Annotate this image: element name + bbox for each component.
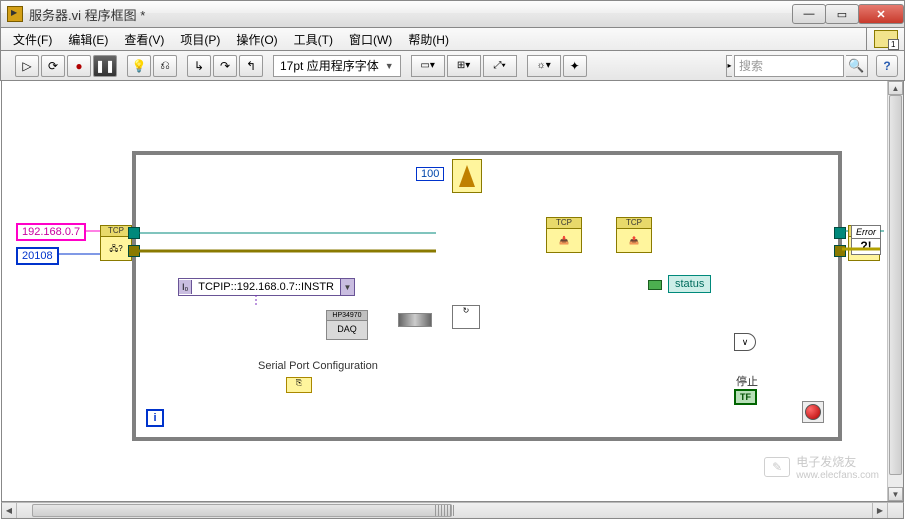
- stop-terminal[interactable]: TF: [734, 389, 757, 405]
- font-selector[interactable]: 17pt 应用程序字体 ▼: [273, 55, 401, 77]
- serial-config-terminal[interactable]: ⎘: [286, 377, 312, 393]
- menu-project[interactable]: 项目(P): [174, 29, 226, 50]
- minimize-button[interactable]: —: [792, 4, 826, 24]
- horizontal-scrollbar[interactable]: ◀ ▶: [1, 502, 904, 519]
- wait-ms-node[interactable]: [452, 159, 482, 193]
- align-button[interactable]: ▭▾: [411, 55, 445, 77]
- window-titlebar: 服务器.vi 程序框图 * — ▭ ✕: [0, 0, 905, 28]
- watermark-url: www.elecfans.com: [796, 470, 879, 481]
- search-input[interactable]: 搜索: [734, 55, 844, 77]
- retain-wire-button[interactable]: ⎌: [153, 55, 177, 77]
- menu-help[interactable]: 帮助(H): [402, 29, 455, 50]
- loop-iteration-terminal[interactable]: i: [146, 409, 164, 427]
- tcp-listen-icon: 🖧?: [101, 237, 131, 261]
- vi-icon: 1: [874, 30, 898, 48]
- tcp-write-node[interactable]: TCP 📤: [616, 217, 652, 253]
- tcp-read-node[interactable]: TCP 📥: [546, 217, 582, 253]
- font-selector-label: 17pt 应用程序字体: [280, 57, 379, 74]
- app-icon: [7, 6, 23, 22]
- window-title: 服务器.vi 程序框图 *: [29, 5, 793, 24]
- pause-button[interactable]: ❚❚: [93, 55, 117, 77]
- reorder-button[interactable]: ☼▾: [527, 55, 561, 77]
- tcp-label: TCP: [101, 226, 131, 237]
- connector-pane[interactable]: 1: [866, 28, 904, 50]
- menubar-row: 文件(F) 编辑(E) 查看(V) 项目(P) 操作(O) 工具(T) 窗口(W…: [0, 28, 905, 51]
- simple-error-handler[interactable]: Error ?!: [851, 225, 881, 255]
- stop-label: 停止: [736, 373, 758, 389]
- serial-config-label: Serial Port Configuration: [258, 360, 378, 372]
- close-button[interactable]: ✕: [858, 4, 904, 24]
- menu-operate[interactable]: 操作(O): [230, 29, 283, 50]
- window-controls: — ▭ ✕: [793, 4, 904, 24]
- search-placeholder: 搜索: [739, 57, 763, 74]
- visa-resource-text: TCPIP::192.168.0.7::INSTR: [192, 279, 340, 295]
- caret-down-icon: ▼: [385, 61, 394, 71]
- abort-button[interactable]: ●: [67, 55, 91, 77]
- ip-string-constant[interactable]: 192.168.0.7: [16, 223, 86, 241]
- hscroll-track[interactable]: [32, 503, 857, 518]
- menu-tools[interactable]: 工具(T): [288, 29, 339, 50]
- watermark-text: 电子发烧友: [796, 453, 879, 470]
- visa-resource-constant[interactable]: I₀ TCPIP::192.168.0.7::INSTR ▼: [178, 278, 355, 296]
- menu-edit[interactable]: 编辑(E): [62, 29, 114, 50]
- search-caret[interactable]: ▸: [726, 55, 732, 77]
- while-loop[interactable]: 100 TCP 📥 TCP 📤 I₀ TCPIP::192.168.0.7::I…: [132, 151, 842, 441]
- vi-badge: 1: [888, 39, 898, 50]
- cleanup-button[interactable]: ✦: [563, 55, 587, 77]
- stop-icon: [805, 404, 821, 420]
- loop-tunnel-refnum-out[interactable]: [834, 227, 846, 239]
- hscroll-thumb[interactable]: [32, 504, 452, 517]
- error-label: Error: [852, 226, 880, 239]
- block-diagram-canvas[interactable]: 192.168.0.7 20108 TCP 🖧? 100: [2, 81, 887, 501]
- port-numeric-constant[interactable]: 20108: [16, 247, 59, 265]
- distribute-button[interactable]: ⊞▾: [447, 55, 481, 77]
- loop-tunnel-refnum-in[interactable]: [128, 227, 140, 239]
- hscroll-grip-icon: [435, 505, 455, 516]
- maximize-button[interactable]: ▭: [825, 4, 859, 24]
- search-icon[interactable]: 🔍: [846, 55, 868, 77]
- toolbar: ▷ ⟳ ● ❚❚ 💡 ⎌ ↳ ↷ ↰ 17pt 应用程序字体 ▼ ▭▾ ⊞▾ ⤢…: [0, 51, 905, 81]
- step-out-button[interactable]: ↰: [239, 55, 263, 77]
- run-button[interactable]: ▷: [15, 55, 39, 77]
- status-bool-node[interactable]: [648, 280, 662, 290]
- scrollbar-corner: [887, 503, 903, 518]
- loop-condition[interactable]: [802, 401, 824, 423]
- scroll-right-arrow-icon[interactable]: ▶: [872, 503, 887, 518]
- scroll-up-arrow-icon[interactable]: ▲: [888, 81, 903, 95]
- work-area: 192.168.0.7 20108 TCP 🖧? 100: [1, 81, 904, 502]
- canvas-frame: 192.168.0.7 20108 TCP 🖧? 100: [2, 81, 887, 501]
- vscroll-thumb[interactable]: [889, 95, 902, 475]
- status-indicator[interactable]: status: [668, 275, 711, 293]
- menubar: 文件(F) 编辑(E) 查看(V) 项目(P) 操作(O) 工具(T) 窗口(W…: [1, 28, 866, 50]
- run-continuous-button[interactable]: ⟳: [41, 55, 65, 77]
- daq-top-label: HP34970: [327, 311, 367, 321]
- vertical-scrollbar[interactable]: ▲ ▼: [887, 81, 903, 501]
- loop-tunnel-error-out[interactable]: [834, 245, 846, 257]
- visa-dropdown-icon[interactable]: ▼: [340, 279, 354, 295]
- context-help-button[interactable]: ?: [876, 55, 898, 77]
- menu-view[interactable]: 查看(V): [118, 29, 170, 50]
- tcp-read-icon: 📥: [547, 229, 581, 253]
- scroll-left-arrow-icon[interactable]: ◀: [2, 503, 17, 518]
- format-node[interactable]: [398, 313, 432, 327]
- highlight-execution-button[interactable]: 💡: [127, 55, 151, 77]
- or-gate[interactable]: ∨: [734, 333, 756, 351]
- string-node[interactable]: ↻: [452, 305, 480, 329]
- step-into-button[interactable]: ↳: [187, 55, 211, 77]
- watermark: ✎ 电子发烧友 www.elecfans.com: [764, 453, 879, 481]
- scroll-down-arrow-icon[interactable]: ▼: [888, 487, 903, 501]
- tcp-write-icon: 📤: [617, 229, 651, 253]
- menu-window[interactable]: 窗口(W): [343, 29, 398, 50]
- watermark-logo-icon: ✎: [764, 457, 790, 477]
- step-over-button[interactable]: ↷: [213, 55, 237, 77]
- menu-file[interactable]: 文件(F): [7, 29, 58, 50]
- wait-ms-constant[interactable]: 100: [416, 167, 444, 181]
- daq-subvi[interactable]: HP34970 DAQ: [326, 310, 368, 340]
- visa-io-label: I₀: [179, 280, 192, 294]
- loop-tunnel-error-in[interactable]: [128, 245, 140, 257]
- error-icon: ?!: [852, 239, 880, 253]
- daq-label: DAQ: [327, 321, 367, 334]
- resize-button[interactable]: ⤢▾: [483, 55, 517, 77]
